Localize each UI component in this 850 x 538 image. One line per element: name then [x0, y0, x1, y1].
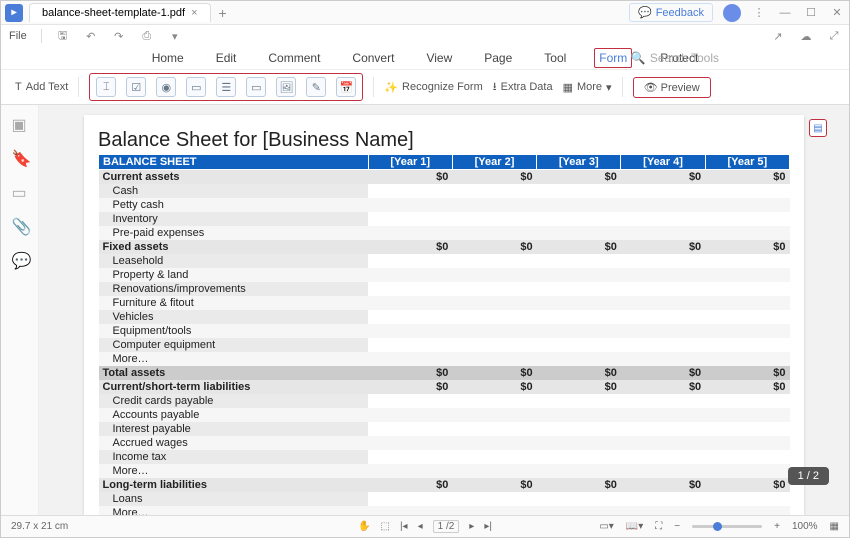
hand-tool-icon[interactable]: ✋	[358, 521, 370, 532]
zoom-in-button[interactable]: +	[774, 521, 780, 532]
balance-sheet-table: BALANCE SHEET[Year 1][Year 2][Year 3][Ye…	[98, 154, 790, 515]
add-text-button[interactable]: TAdd Text	[15, 81, 68, 93]
tab-title: balance-sheet-template-1.pdf	[42, 7, 185, 19]
page-count-badge: 1 / 2	[788, 467, 829, 485]
print-icon[interactable]: ⎙	[140, 29, 154, 43]
menu-comment[interactable]: Comment	[264, 49, 324, 67]
read-mode-icon[interactable]: 📖▾	[626, 521, 643, 532]
document-title: Balance Sheet for [Business Name]	[98, 129, 790, 152]
fields-icon[interactable]: ▭	[12, 183, 28, 199]
last-page-button[interactable]: ▸|	[484, 521, 492, 532]
signature-icon[interactable]: ✎	[306, 77, 326, 97]
zoom-slider[interactable]	[692, 525, 762, 528]
button-icon[interactable]: ▭	[246, 77, 266, 97]
first-page-button[interactable]: |◂	[400, 521, 408, 532]
textfield-icon[interactable]: ⌶	[96, 77, 116, 97]
pages-panel-icon[interactable]: ▦	[830, 521, 839, 532]
page-number-field[interactable]: 1 /2	[433, 520, 460, 533]
view-mode-icon[interactable]: ▭▾	[599, 521, 613, 532]
date-icon[interactable]: 📅	[336, 77, 356, 97]
feedback-button[interactable]: 💬 Feedback	[629, 3, 713, 22]
undo-icon[interactable]: ↶	[84, 29, 98, 43]
select-tool-icon[interactable]: ⬚	[381, 521, 390, 532]
share-icon[interactable]: ↗	[771, 29, 785, 43]
zoom-level[interactable]: 100%	[792, 521, 818, 532]
comment-icon[interactable]: 💬	[12, 251, 28, 267]
more-button[interactable]: ▦More ▾	[563, 81, 612, 94]
close-window-button[interactable]: ✕	[829, 6, 845, 19]
zoom-out-button[interactable]: −	[674, 521, 680, 532]
recognize-form-button[interactable]: ✨Recognize Form	[384, 81, 482, 94]
menu-view[interactable]: View	[422, 49, 456, 67]
search-tools[interactable]: 🔍 Search Tools	[631, 51, 719, 65]
save-icon[interactable]: 🖫	[56, 29, 70, 43]
page: Balance Sheet for [Business Name] BALANC…	[84, 115, 804, 515]
left-sidebar: ▣ 🔖 ▭ 📎 💬	[1, 105, 39, 515]
document-canvas: ▤ Balance Sheet for [Business Name] BALA…	[39, 105, 849, 515]
grid-icon: ▦	[563, 81, 573, 94]
thumbnails-icon[interactable]: ▣	[12, 115, 28, 131]
field-ready-badge[interactable]: ▤	[809, 119, 827, 137]
image-icon[interactable]: 🖼	[276, 77, 296, 97]
attachment-icon[interactable]: 📎	[12, 217, 28, 233]
combobox-icon[interactable]: ▭	[186, 77, 206, 97]
bookmark-icon[interactable]: 🔖	[12, 149, 28, 165]
expand-icon[interactable]: ⤢	[827, 29, 841, 43]
minimize-button[interactable]: —	[777, 7, 793, 19]
listbox-icon[interactable]: ☰	[216, 77, 236, 97]
preview-button[interactable]: 👁 Preview	[633, 77, 711, 98]
close-tab-icon[interactable]: ×	[191, 7, 197, 19]
fit-icon[interactable]: ⛶	[655, 521, 662, 532]
page-dimensions: 29.7 x 21 cm	[11, 521, 68, 532]
maximize-button[interactable]: ☐	[803, 6, 819, 19]
radiobutton-icon[interactable]: ◉	[156, 77, 176, 97]
document-tab[interactable]: balance-sheet-template-1.pdf ×	[29, 3, 211, 22]
redo-icon[interactable]: ↷	[112, 29, 126, 43]
wand-icon: ✨	[384, 81, 398, 94]
add-tab-button[interactable]: +	[219, 5, 227, 21]
menu-tool[interactable]: Tool	[540, 49, 570, 67]
menu-home[interactable]: Home	[148, 49, 188, 67]
menu-edit[interactable]: Edit	[212, 49, 241, 67]
kebab-icon[interactable]: ⋮	[751, 6, 767, 19]
extra-data-button[interactable]: ⭳Extra Data	[493, 78, 553, 97]
text-icon: T	[15, 81, 22, 93]
cloud-icon[interactable]: ☁	[799, 29, 813, 43]
menu-convert[interactable]: Convert	[348, 49, 398, 67]
chevron-down-icon: ▾	[606, 81, 612, 94]
eye-icon: 👁	[644, 82, 661, 94]
checkbox-icon[interactable]: ☑	[126, 77, 146, 97]
menu-page[interactable]: Page	[480, 49, 516, 67]
form-fields-group: ⌶ ☑ ◉ ▭ ☰ ▭ 🖼 ✎ 📅	[89, 73, 363, 101]
app-icon: ▸	[5, 4, 23, 22]
dropdown-icon[interactable]: ▾	[168, 29, 182, 43]
search-icon: 🔍	[631, 51, 646, 65]
chat-icon: 💬	[638, 6, 652, 19]
next-page-button[interactable]: ▸	[469, 521, 474, 532]
download-icon: ⭳	[493, 78, 497, 97]
menu-form[interactable]: Form	[594, 48, 632, 68]
user-avatar[interactable]	[723, 4, 741, 22]
prev-page-button[interactable]: ◂	[418, 521, 423, 532]
file-menu[interactable]: File	[9, 30, 27, 42]
